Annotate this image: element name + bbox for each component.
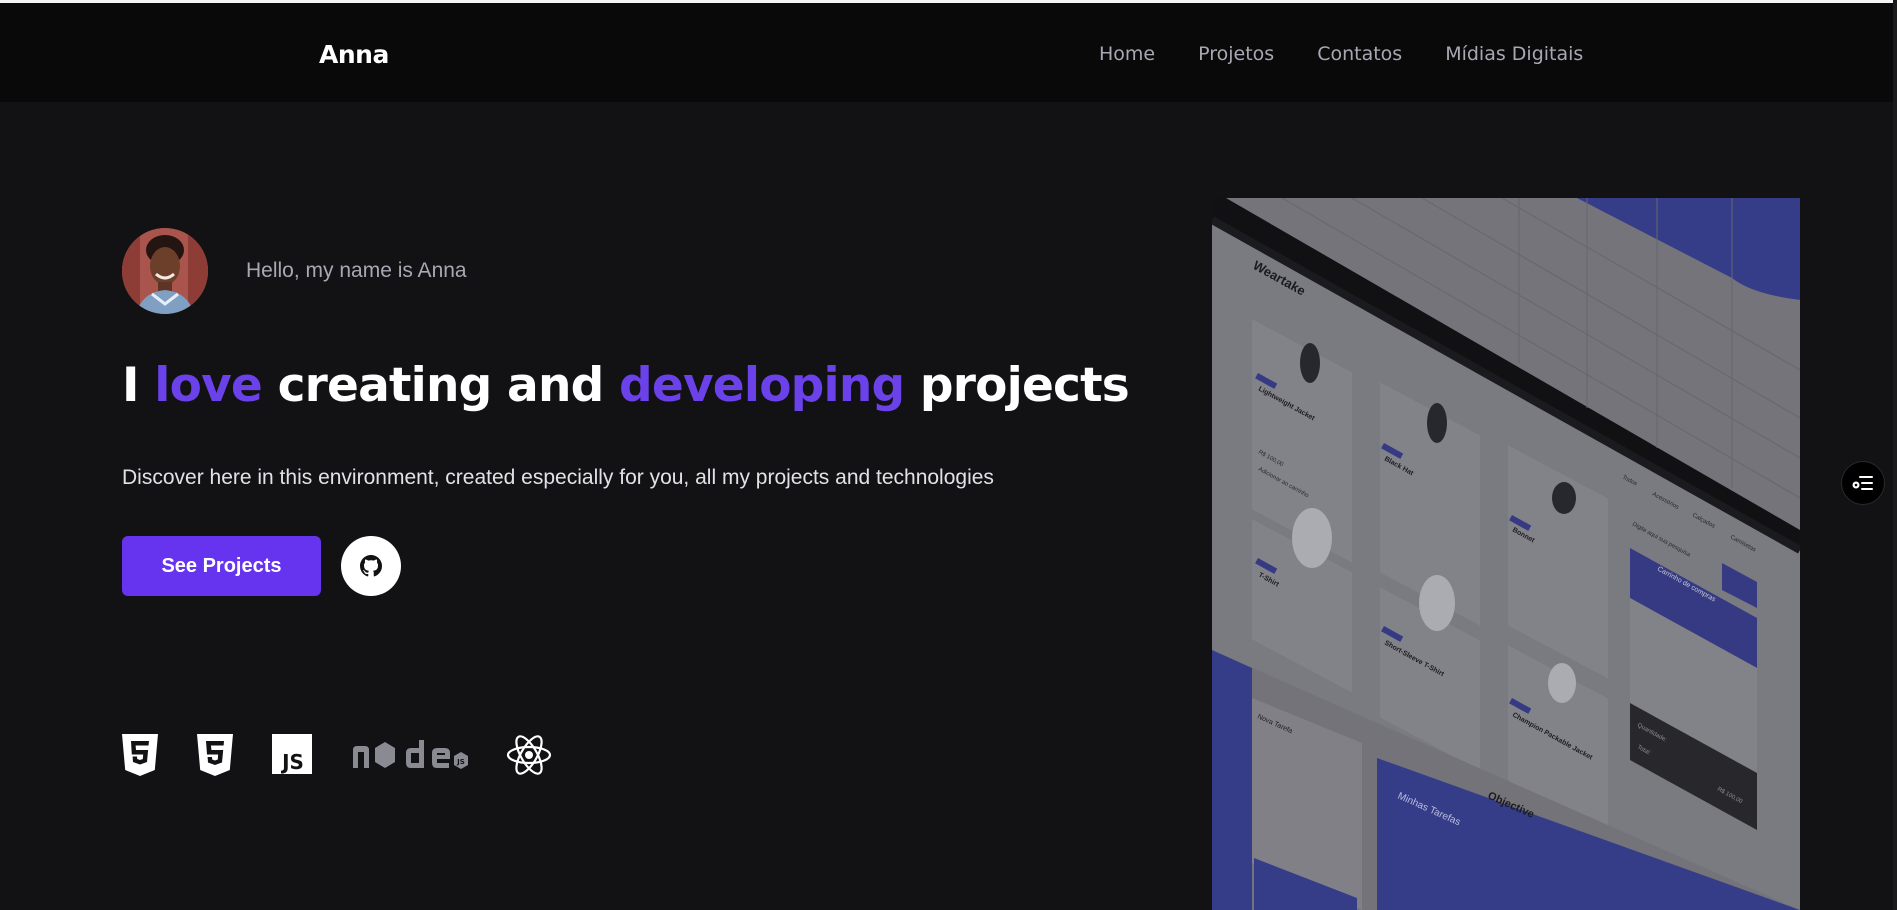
headline-part-2: creating and	[277, 358, 605, 413]
headline-part-3: projects	[919, 358, 1130, 413]
brand-logo[interactable]: Anna	[319, 40, 389, 69]
nav-link-contatos[interactable]: Contatos	[1317, 43, 1402, 65]
avatar	[122, 228, 208, 314]
avatar-portrait	[122, 228, 208, 314]
see-projects-button[interactable]: See Projects	[122, 536, 321, 596]
svg-text:JS: JS	[280, 750, 304, 774]
headline-part-1: I	[122, 358, 139, 413]
html5-icon	[122, 734, 158, 776]
list-settings-icon	[1852, 476, 1873, 490]
top-navbar: Anna Home Projetos Contatos Mídias Digit…	[0, 0, 1897, 102]
hero-description: Discover here in this environment, creat…	[122, 466, 994, 489]
css3-icon	[197, 734, 233, 776]
page-scrollbar[interactable]	[1893, 0, 1897, 910]
floating-menu-button[interactable]	[1841, 461, 1885, 505]
nodejs-icon: JS	[351, 738, 469, 772]
projects-mockup-preview: Weartake Lightweight Jacket Black Hat Bo…	[1212, 198, 1800, 910]
nav-link-midias-digitais[interactable]: Mídias Digitais	[1445, 43, 1583, 65]
react-icon	[506, 733, 552, 777]
svg-text:JS: JS	[456, 758, 465, 766]
main-nav: Home Projetos Contatos Mídias Digitais	[1099, 43, 1583, 65]
github-icon	[360, 555, 382, 577]
greeting-text: Hello, my name is Anna	[246, 259, 467, 282]
javascript-icon: JS	[272, 734, 312, 774]
hero-headline: I love creating and developing projects	[122, 358, 1130, 413]
headline-accent-developing: developing	[619, 358, 905, 413]
nav-link-home[interactable]: Home	[1099, 43, 1155, 65]
github-button[interactable]	[341, 536, 401, 596]
nav-link-projetos[interactable]: Projetos	[1198, 43, 1274, 65]
headline-accent-love: love	[154, 358, 263, 413]
